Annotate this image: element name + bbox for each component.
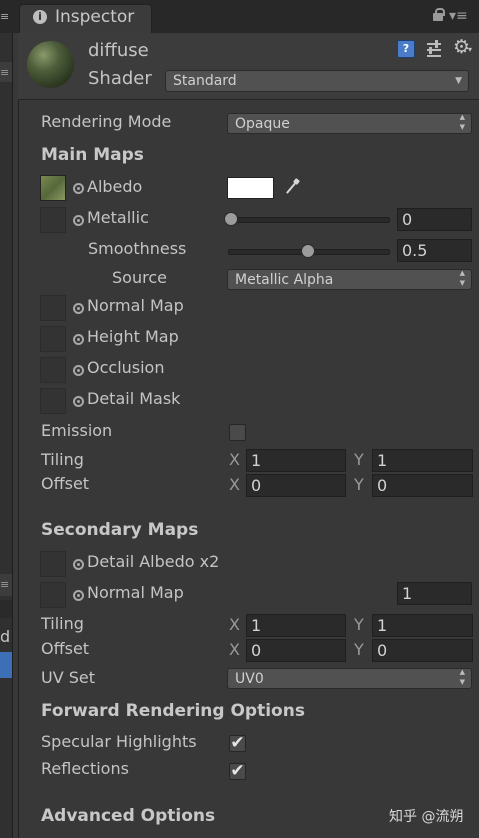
normal-map-object-picker-icon[interactable] <box>73 303 84 314</box>
metallic-texture-slot[interactable] <box>40 207 66 233</box>
shader-dropdown[interactable]: Standard ▼ <box>165 70 469 92</box>
uv-set-dropdown[interactable]: UV0 ▲ ▼ <box>227 668 472 689</box>
normal-map-texture-slot[interactable] <box>40 295 66 321</box>
emission-checkbox[interactable] <box>229 424 246 441</box>
left-panel-selected-row[interactable] <box>0 652 12 678</box>
tiling-x-label: X <box>229 450 240 469</box>
smoothness-label: Smoothness <box>88 239 187 258</box>
shader-label: Shader <box>88 68 152 89</box>
detail-albedo-texture-slot[interactable] <box>40 551 66 577</box>
watermark: 知乎 @流朔 <box>389 809 464 825</box>
secondary-normal-scale-field[interactable]: 1 <box>397 582 472 605</box>
occlusion-object-picker-icon[interactable] <box>73 365 84 376</box>
forward-rendering-heading: Forward Rendering Options <box>41 701 305 721</box>
secondary-offset-x-field[interactable]: 0 <box>246 639 346 662</box>
offset-x-field[interactable]: 0 <box>246 474 346 497</box>
reflections-checkbox[interactable]: ✔ <box>229 763 246 780</box>
lock-shackle-icon <box>435 8 445 16</box>
chevron-down-icon: ▼ <box>455 76 462 86</box>
smoothness-value-field[interactable]: 0.5 <box>397 239 472 262</box>
left-panel-search[interactable] <box>0 600 12 618</box>
info-icon: i <box>33 10 47 24</box>
normal-map-label: Normal Map <box>87 296 184 315</box>
secondary-offset-y-label: Y <box>354 640 364 659</box>
secondary-tiling-x-field[interactable]: 1 <box>246 614 346 637</box>
left-panel-menu-icon-2[interactable]: ≡ <box>0 66 9 79</box>
specular-highlights-checkbox[interactable]: ✔ <box>229 735 246 752</box>
reflections-label: Reflections <box>41 759 129 778</box>
offset-label: Offset <box>41 474 90 493</box>
metallic-value-field[interactable]: 0 <box>397 208 472 231</box>
metallic-slider-thumb[interactable] <box>224 212 238 226</box>
source-value: Metallic Alpha <box>235 272 334 288</box>
albedo-color-swatch[interactable] <box>227 177 274 199</box>
metallic-slider-track[interactable] <box>228 217 390 223</box>
uv-set-label: UV Set <box>41 668 96 687</box>
secondary-tiling-y-field[interactable]: 1 <box>372 614 473 637</box>
albedo-label: Albedo <box>87 177 143 196</box>
height-map-object-picker-icon[interactable] <box>73 334 84 345</box>
emission-label: Emission <box>41 421 113 440</box>
updown-arrows-icon: ▲ ▼ <box>459 668 465 686</box>
metallic-object-picker-icon[interactable] <box>73 215 84 226</box>
material-name: diffuse <box>88 40 149 61</box>
secondary-tiling-label: Tiling <box>41 614 84 633</box>
tiling-label: Tiling <box>41 450 84 469</box>
albedo-object-picker-icon[interactable] <box>73 183 84 194</box>
tiling-y-field[interactable]: 1 <box>372 449 473 472</box>
offset-y-label: Y <box>354 475 364 494</box>
occlusion-texture-slot[interactable] <box>40 357 66 383</box>
source-dropdown[interactable]: Metallic Alpha ▲ ▼ <box>227 269 472 290</box>
metallic-label: Metallic <box>87 208 149 227</box>
detail-mask-object-picker-icon[interactable] <box>73 396 84 407</box>
tab-inspector-label: Inspector <box>55 7 135 27</box>
shader-dropdown-value: Standard <box>173 73 237 89</box>
detail-albedo-label-clip: Detail Albedo x2 <box>87 552 225 574</box>
tab-menu-icon[interactable]: ▾≡ <box>449 8 468 24</box>
secondary-offset-y-field[interactable]: 0 <box>372 639 473 662</box>
advanced-options-heading: Advanced Options <box>41 806 216 826</box>
tiling-y-label: Y <box>354 450 364 469</box>
gear-dropdown-icon[interactable]: ▾ <box>468 45 472 54</box>
secondary-tiling-x-label: X <box>229 615 240 634</box>
main-maps-heading: Main Maps <box>41 145 144 165</box>
secondary-offset-label: Offset <box>41 639 90 658</box>
eyedropper-icon[interactable] <box>282 177 301 198</box>
preset-sliders-icon[interactable] <box>425 40 443 58</box>
tiling-x-field[interactable]: 1 <box>246 449 346 472</box>
help-book-icon[interactable]: ? <box>397 40 415 58</box>
detail-albedo-object-picker-icon[interactable] <box>73 559 84 570</box>
source-label: Source <box>112 268 167 287</box>
rendering-mode-dropdown[interactable]: Opaque ▲ ▼ <box>227 113 472 134</box>
secondary-tiling-y-label: Y <box>354 615 364 634</box>
secondary-offset-x-label: X <box>229 640 240 659</box>
height-map-label: Height Map <box>87 327 179 346</box>
left-panel-menu-icon-3[interactable]: ≡ <box>0 578 9 591</box>
specular-highlights-label: Specular Highlights <box>41 732 197 751</box>
secondary-maps-heading: Secondary Maps <box>41 520 199 540</box>
albedo-texture-slot[interactable] <box>40 175 66 201</box>
updown-arrows-icon: ▲ ▼ <box>459 113 465 131</box>
offset-y-field[interactable]: 0 <box>372 474 473 497</box>
material-preview-sphere <box>27 41 74 88</box>
detail-mask-texture-slot[interactable] <box>40 388 66 414</box>
rendering-mode-label: Rendering Mode <box>41 112 172 131</box>
left-panel-edge <box>0 33 13 838</box>
detail-albedo-label: Detail Albedo x2 <box>87 552 220 571</box>
smoothness-slider-thumb[interactable] <box>301 244 315 258</box>
detail-mask-label: Detail Mask <box>87 389 181 408</box>
offset-x-label: X <box>229 475 240 494</box>
left-panel-item[interactable]: d <box>0 627 10 646</box>
secondary-normal-map-object-picker-icon[interactable] <box>73 590 84 601</box>
rendering-mode-value: Opaque <box>235 116 290 132</box>
secondary-normal-map-texture-slot[interactable] <box>40 582 66 608</box>
updown-arrows-icon: ▲ ▼ <box>459 269 465 287</box>
occlusion-label: Occlusion <box>87 358 165 377</box>
uv-set-value: UV0 <box>235 671 264 687</box>
height-map-texture-slot[interactable] <box>40 326 66 352</box>
secondary-normal-map-label: Normal Map <box>87 583 184 602</box>
left-panel-menu-icon[interactable]: ≡ <box>0 10 10 23</box>
